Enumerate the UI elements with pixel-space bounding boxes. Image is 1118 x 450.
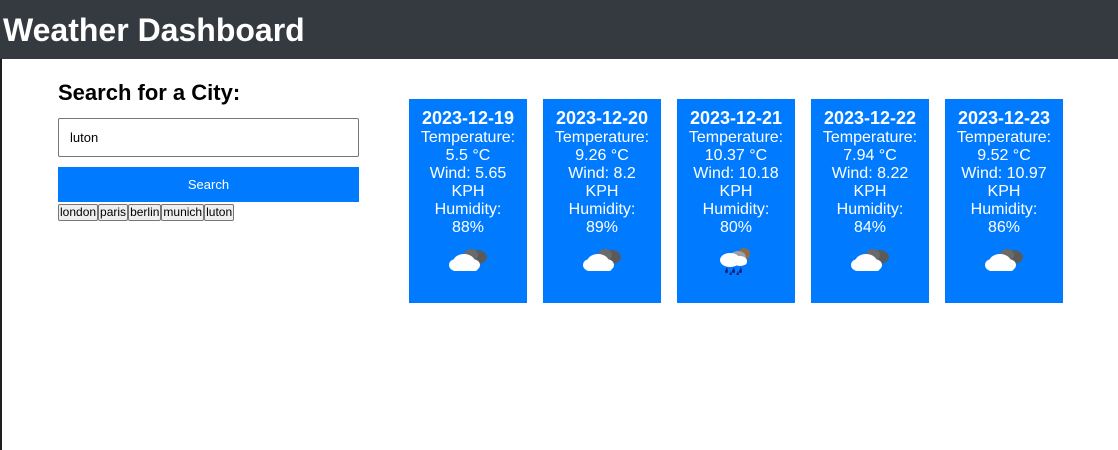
humidity-label: Humidity: xyxy=(836,201,904,218)
forecast-card: 2023-12-23 Temperature: 9.52 °C Wind: 10… xyxy=(945,99,1063,303)
wind-unit: KPH xyxy=(451,183,485,200)
forecast-date: 2023-12-23 xyxy=(957,108,1051,128)
forecast-date: 2023-12-19 xyxy=(421,108,515,128)
wind-value: Wind: 10.97 xyxy=(961,165,1047,182)
wind-unit: KPH xyxy=(853,183,887,200)
temperature-value: 10.37 °C xyxy=(704,147,768,164)
history-button-berlin[interactable]: berlin xyxy=(128,204,162,221)
wind-value: Wind: 8.2 xyxy=(568,165,636,182)
temperature-value: 9.26 °C xyxy=(575,147,629,164)
history-button-london[interactable]: london xyxy=(58,204,99,221)
window-edge xyxy=(0,0,2,450)
wind-unit: KPH xyxy=(987,183,1021,200)
humidity-value: 80% xyxy=(719,219,753,236)
humidity-label: Humidity: xyxy=(434,201,502,218)
temperature-label: Temperature: xyxy=(822,129,918,146)
search-title: Search for a City: xyxy=(58,80,241,105)
humidity-value: 86% xyxy=(987,219,1021,236)
humidity-label: Humidity: xyxy=(970,201,1038,218)
forecast-row: 2023-12-19 Temperature: 5.5 °C Wind: 5.6… xyxy=(409,99,1063,303)
wind-value: Wind: 8.22 xyxy=(831,165,909,182)
search-panel: Search for a City: Search london paris b… xyxy=(58,80,360,221)
history-button-luton[interactable]: luton xyxy=(204,204,235,221)
page-title: Weather Dashboard xyxy=(3,12,305,48)
history-button-paris[interactable]: paris xyxy=(98,204,129,221)
cloudy-icon xyxy=(945,245,1063,275)
cloudy-icon xyxy=(409,245,527,275)
humidity-value: 88% xyxy=(451,219,485,236)
wind-unit: KPH xyxy=(585,183,619,200)
forecast-card: 2023-12-22 Temperature: 7.94 °C Wind: 8.… xyxy=(811,99,929,303)
temperature-label: Temperature: xyxy=(420,129,516,146)
wind-unit: KPH xyxy=(719,183,753,200)
forecast-date: 2023-12-21 xyxy=(689,108,783,128)
rain-icon xyxy=(677,245,795,275)
search-history: london paris berlin munich luton xyxy=(58,204,360,221)
forecast-date: 2023-12-20 xyxy=(555,108,649,128)
humidity-label: Humidity: xyxy=(568,201,636,218)
humidity-value: 84% xyxy=(853,219,887,236)
app-header: Weather Dashboard xyxy=(0,0,1118,59)
temperature-value: 5.5 °C xyxy=(445,147,491,164)
search-button[interactable]: Search xyxy=(58,167,359,202)
forecast-card: 2023-12-19 Temperature: 5.5 °C Wind: 5.6… xyxy=(409,99,527,303)
history-button-munich[interactable]: munich xyxy=(161,204,205,221)
temperature-value: 9.52 °C xyxy=(977,147,1031,164)
temperature-label: Temperature: xyxy=(554,129,650,146)
forecast-card: 2023-12-21 Temperature: 10.37 °C Wind: 1… xyxy=(677,99,795,303)
forecast-card: 2023-12-20 Temperature: 9.26 °C Wind: 8.… xyxy=(543,99,661,303)
humidity-value: 89% xyxy=(585,219,619,236)
forecast-date: 2023-12-22 xyxy=(823,108,917,128)
wind-value: Wind: 5.65 xyxy=(429,165,507,182)
city-search-input[interactable] xyxy=(58,118,359,157)
humidity-label: Humidity: xyxy=(702,201,770,218)
temperature-label: Temperature: xyxy=(688,129,784,146)
cloudy-icon xyxy=(811,245,929,275)
cloudy-icon xyxy=(543,245,661,275)
temperature-value: 7.94 °C xyxy=(843,147,897,164)
wind-value: Wind: 10.18 xyxy=(693,165,779,182)
temperature-label: Temperature: xyxy=(956,129,1052,146)
